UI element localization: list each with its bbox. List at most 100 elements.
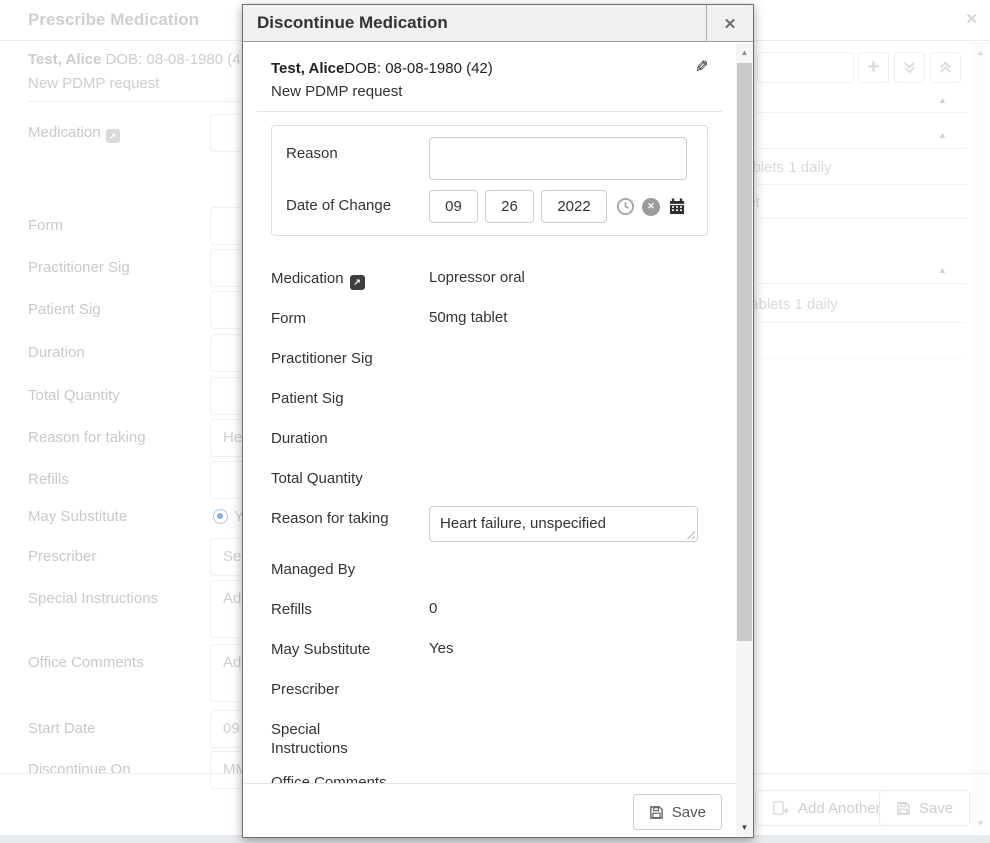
clear-date-icon[interactable]: ✕ bbox=[642, 198, 660, 216]
reason-for-taking-textarea[interactable]: Heart failure, unspecified bbox=[429, 506, 698, 542]
bg-label-special-instructions: Special Instructions bbox=[28, 590, 158, 607]
divider bbox=[757, 112, 966, 113]
bg-label-duration: Duration bbox=[28, 344, 85, 361]
scroll-up-icon[interactable]: ▲ bbox=[972, 48, 989, 57]
medication-search-input[interactable] bbox=[757, 52, 854, 83]
bg-label-may-substitute: May Substitute bbox=[28, 508, 127, 525]
may-substitute-value: Yes bbox=[429, 637, 453, 662]
external-link-icon[interactable]: ↗ bbox=[350, 275, 365, 290]
date-day-input[interactable]: 26 bbox=[485, 190, 534, 223]
expand-all-button[interactable] bbox=[894, 52, 925, 83]
divider bbox=[757, 218, 966, 219]
resize-handle-icon[interactable] bbox=[686, 530, 695, 539]
patient-info-row: Test, Alice DOB: 08-08-1980 (42) ✎ bbox=[271, 60, 708, 77]
bg-may-substitute-radio[interactable] bbox=[213, 509, 228, 524]
dialog-footer: Save bbox=[243, 783, 736, 837]
divider bbox=[757, 358, 966, 359]
dialog-close-button[interactable]: ✕ bbox=[706, 5, 753, 42]
patient-name: Test, Alice bbox=[271, 60, 344, 77]
divider bbox=[757, 148, 966, 149]
divider bbox=[757, 322, 966, 323]
bg-label-discontinue-on: Discontinue On bbox=[28, 761, 131, 778]
bg-label-patient-sig: Patient Sig bbox=[28, 301, 101, 318]
plus-icon: + bbox=[868, 56, 880, 79]
bg-label-total-quantity: Total Quantity bbox=[28, 387, 120, 404]
bg-label-medication: Medication↗ bbox=[28, 124, 120, 143]
medication-value: Lopressor oral bbox=[429, 266, 525, 291]
external-link-icon[interactable]: ↗ bbox=[106, 129, 120, 143]
background-patient-name: Test, Alice bbox=[28, 51, 101, 68]
date-of-change-label: Date of Change bbox=[286, 190, 429, 223]
save-icon bbox=[896, 801, 911, 816]
field-row-managed-by: Managed By bbox=[271, 557, 708, 582]
background-pdmp-request: New PDMP request bbox=[28, 75, 241, 92]
calendar-icon[interactable] bbox=[667, 197, 687, 217]
reason-textarea[interactable] bbox=[429, 137, 687, 180]
field-row-patient-sig: Patient Sig bbox=[271, 386, 708, 411]
field-row-may-substitute: May Substitute Yes bbox=[271, 637, 708, 662]
background-scrollbar[interactable]: ▲ ▼ bbox=[972, 42, 989, 834]
field-row-total-quantity: Total Quantity bbox=[271, 466, 708, 491]
add-medication-button[interactable]: + bbox=[858, 52, 889, 83]
dialog-header: Discontinue Medication ✕ bbox=[243, 5, 753, 42]
divider bbox=[757, 184, 966, 185]
dialog-body: Test, Alice DOB: 08-08-1980 (42) ✎ New P… bbox=[243, 43, 736, 837]
divider bbox=[257, 111, 722, 112]
section-collapse-icon[interactable]: ▲ bbox=[938, 95, 947, 105]
section-collapse-icon[interactable]: ▲ bbox=[938, 265, 947, 275]
field-row-prescriber: Prescriber bbox=[271, 677, 708, 702]
field-row-special-instructions: Special Instructions bbox=[271, 717, 708, 758]
background-save-button[interactable]: Save bbox=[879, 790, 970, 826]
scrollbar-thumb[interactable] bbox=[737, 63, 752, 641]
form-value: 50mg tablet bbox=[429, 306, 507, 331]
background-save-label: Save bbox=[919, 800, 953, 817]
chevron-double-down-icon bbox=[901, 59, 918, 76]
save-label: Save bbox=[672, 804, 706, 821]
field-row-reason-for-taking: Reason for taking Heart failure, unspeci… bbox=[271, 506, 708, 542]
medication-sig-fragment: ablets 1 daily bbox=[744, 159, 832, 176]
patient-dob: DOB: 08-08-1980 (42) bbox=[344, 60, 492, 77]
close-icon: ✕ bbox=[724, 15, 737, 33]
section-collapse-icon[interactable]: ▲ bbox=[938, 130, 947, 140]
bg-label-reason-for-taking: Reason for taking bbox=[28, 429, 146, 446]
bg-label-office-comments: Office Comments bbox=[28, 654, 144, 671]
discontinue-fieldset: Reason Date of Change 09 26 2022 ✕ bbox=[271, 125, 708, 236]
clock-icon[interactable] bbox=[616, 197, 635, 216]
background-patient-info: Test, Alice DOB: 08-08-1980 (42 New PDMP… bbox=[28, 51, 241, 92]
bg-label-form: Form bbox=[28, 217, 63, 234]
medication-label: Medication↗ bbox=[271, 266, 429, 291]
reason-label: Reason bbox=[286, 137, 429, 180]
reason-row: Reason bbox=[286, 137, 693, 180]
chevron-double-up-icon bbox=[937, 59, 954, 76]
field-row-form: Form 50mg tablet bbox=[271, 306, 708, 331]
background-close-icon[interactable]: ✕ bbox=[965, 10, 978, 28]
divider bbox=[757, 283, 966, 284]
date-month-input[interactable]: 09 bbox=[429, 190, 478, 223]
discontinue-medication-dialog: Discontinue Medication ✕ Test, Alice DOB… bbox=[242, 4, 754, 838]
add-another-button[interactable]: Add Another bbox=[755, 790, 898, 826]
bg-label-start-date: Start Date bbox=[28, 720, 96, 737]
bg-label-refills: Refills bbox=[28, 471, 69, 488]
scroll-up-icon[interactable]: ▲ bbox=[736, 48, 753, 57]
collapse-all-button[interactable] bbox=[930, 52, 961, 83]
edit-pencil-icon[interactable]: ✎ bbox=[695, 60, 708, 76]
date-year-input[interactable]: 2022 bbox=[541, 190, 607, 223]
dialog-title: Discontinue Medication bbox=[257, 13, 448, 33]
medication-sig-fragment: tablets 1 daily bbox=[746, 296, 838, 313]
divider bbox=[28, 101, 241, 102]
field-row-practitioner-sig: Practitioner Sig bbox=[271, 346, 708, 371]
save-button[interactable]: Save bbox=[633, 794, 722, 830]
refills-value: 0 bbox=[429, 597, 437, 622]
scroll-down-icon[interactable]: ▼ bbox=[736, 823, 753, 832]
background-page-title: Prescribe Medication bbox=[28, 10, 199, 30]
background-patient-dob: DOB: 08-08-1980 (42 bbox=[101, 51, 241, 68]
field-row-duration: Duration bbox=[271, 426, 708, 451]
scroll-down-icon[interactable]: ▼ bbox=[972, 819, 989, 828]
pdmp-request: New PDMP request bbox=[271, 83, 708, 100]
field-row-refills: Refills 0 bbox=[271, 597, 708, 622]
save-icon bbox=[649, 805, 664, 820]
bg-label-prescriber: Prescriber bbox=[28, 548, 96, 565]
bg-label-practitioner-sig: Practitioner Sig bbox=[28, 259, 130, 276]
field-row-medication: Medication↗ Lopressor oral bbox=[271, 266, 708, 291]
dialog-scrollbar[interactable]: ▲ ▼ bbox=[736, 43, 753, 837]
